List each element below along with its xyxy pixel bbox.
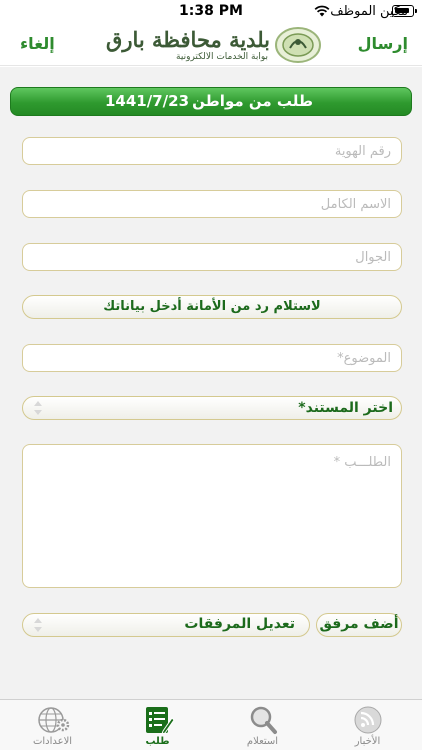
request-header: طلب من مواطن 1441/7/23	[10, 87, 412, 116]
full-name-field[interactable]	[22, 190, 402, 218]
add-attachment-button[interactable]: أضف مرفق	[316, 613, 402, 637]
add-attachment-label: أضف مرفق	[319, 616, 399, 632]
request-header-title: طلب من مواطن	[192, 92, 313, 110]
magnifier-icon	[250, 706, 277, 734]
tab-inquiry[interactable]: استعلام	[210, 700, 315, 750]
logo-title: بلدية محافظة بارق	[106, 27, 270, 52]
tab-settings-label: الاعدادات	[32, 736, 73, 747]
receive-reply-button[interactable]: لاستلام رد من الأمانة أدخل بياناتك	[22, 295, 402, 319]
request-textarea[interactable]	[22, 444, 402, 588]
municipality-logo: بلدية محافظة بارق بوابة الخدمات الالكترو…	[106, 26, 322, 64]
document-select[interactable]: اختر المستند*	[22, 396, 402, 420]
tab-settings[interactable]: الاعدادات	[0, 700, 105, 750]
tab-request-label: طلب	[145, 736, 170, 747]
tab-request[interactable]: طلب	[105, 700, 210, 750]
document-select-label: اختر المستند*	[298, 400, 393, 416]
tab-inquiry-label: استعلام	[246, 736, 279, 747]
stepper-arrows-icon	[34, 401, 42, 415]
rss-news-icon	[354, 706, 382, 734]
navigation-bar: إرسال إلغاء بلدية محافظة بارق بوابة الخد…	[0, 24, 422, 66]
stepper-arrows-icon	[34, 618, 42, 632]
edit-attachments-select[interactable]: تعديل المرفقات	[22, 613, 310, 637]
request-form-icon	[146, 707, 175, 735]
settings-globe-icon	[38, 707, 70, 733]
battery-icon	[392, 5, 417, 17]
mobile-field[interactable]	[22, 243, 402, 271]
request-header-date: 1441/7/23	[105, 92, 190, 110]
send-button[interactable]: إرسال	[358, 34, 408, 53]
cancel-button[interactable]: إلغاء	[20, 34, 55, 53]
national-id-field[interactable]	[22, 137, 402, 165]
wifi-icon	[314, 5, 330, 17]
logo-subtitle: بوابة الخدمات الالكترونية	[176, 52, 268, 62]
edit-attachments-label: تعديل المرفقات	[184, 616, 295, 632]
emblem-icon	[275, 27, 321, 63]
status-bar: 1:38 PM مكين الموظف	[0, 0, 422, 24]
tab-bar: الاعدادات طلب استعلام الأخبار	[0, 699, 422, 750]
subject-field[interactable]	[22, 344, 402, 372]
tab-news[interactable]: الأخبار	[315, 700, 420, 750]
tab-news-label: الأخبار	[354, 736, 381, 747]
receive-reply-label: لاستلام رد من الأمانة أدخل بياناتك	[103, 299, 321, 314]
